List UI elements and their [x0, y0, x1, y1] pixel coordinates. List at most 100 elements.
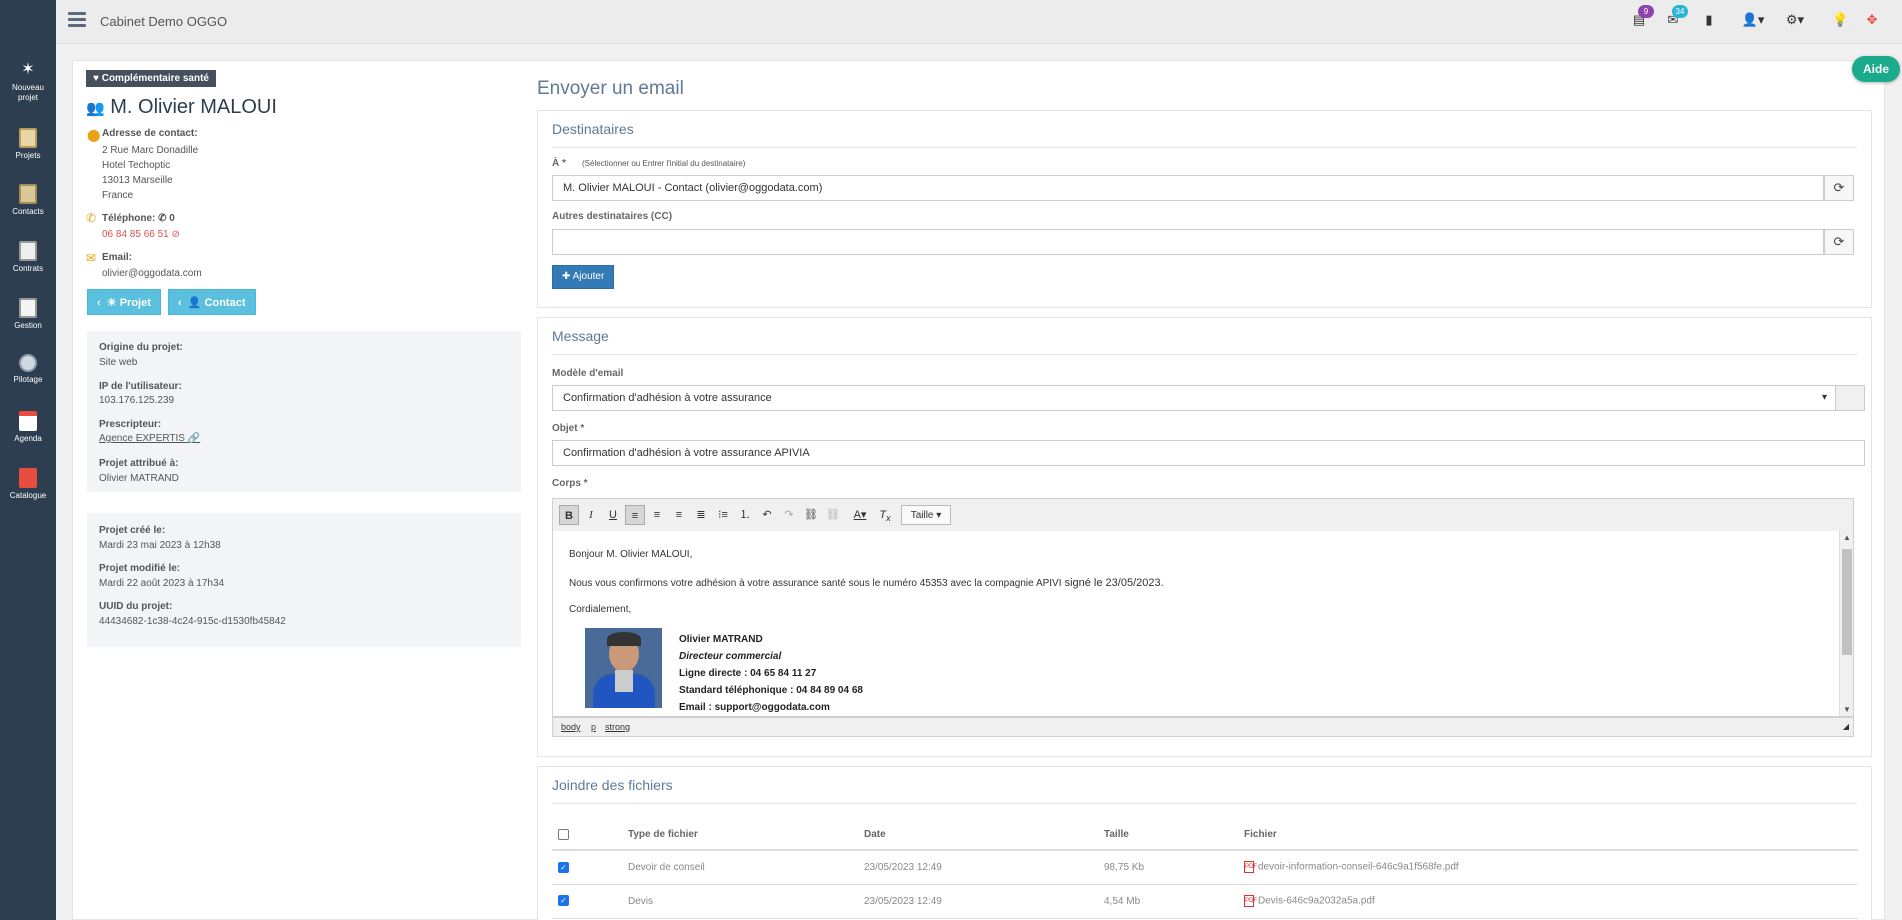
envelope-icon: ✉ [86, 251, 97, 265]
scroll-thumb[interactable] [1842, 549, 1852, 655]
user-menu-icon[interactable]: 👤▾ [1740, 12, 1766, 28]
to-field[interactable]: M. Olivier MALOUI - Contact (olivier@ogg… [552, 175, 1824, 201]
add-recipient-button[interactable]: ✚ Ajouter [552, 265, 615, 289]
link-icon[interactable]: ⛓ [801, 505, 821, 525]
sidebar-item-label: Projets [15, 151, 41, 160]
back-to-contact-button[interactable]: ‹ 👤 Contact [168, 289, 256, 315]
file-cell[interactable]: PDFDevis-646c9a2032a5a.pdf [1238, 884, 1858, 919]
sidebar-item-catalogue[interactable]: Catalogue [0, 468, 56, 501]
path-item[interactable]: body [561, 722, 581, 732]
divider [552, 354, 1857, 355]
scroll-up-icon[interactable]: ▲ [1843, 533, 1851, 542]
page-title: Envoyer un email [537, 78, 684, 99]
message-title: Message [552, 328, 609, 344]
menu-toggle-icon[interactable] [68, 12, 86, 28]
help-button[interactable]: Aide [1852, 56, 1900, 82]
table-row: ✓ Devoir de conseil 23/05/2023 12:49 98,… [552, 850, 1858, 885]
date-cell: 23/05/2023 12:49 [858, 850, 1098, 885]
clear-format-icon[interactable]: Tx [875, 505, 895, 525]
file-type-cell: Devis [622, 884, 858, 919]
scroll-down-icon[interactable]: ▼ [1843, 705, 1851, 714]
modified-value: Mardi 22 août 2023 à 17h34 [99, 578, 225, 589]
file-cell[interactable]: PDFdevoir-information-conseil-646c9a1f56… [1238, 850, 1858, 885]
column-header[interactable]: Taille [1098, 820, 1238, 851]
body-greeting: Bonjour M. Olivier MALOUI, [569, 549, 693, 560]
users-icon: 👥 [86, 100, 105, 117]
select-all-checkbox[interactable] [558, 828, 569, 840]
assigned-label: Projet attribué à: [99, 458, 179, 469]
align-justify-icon[interactable]: ≣ [691, 505, 711, 525]
redo-icon[interactable]: ↷ [779, 505, 799, 525]
email-value[interactable]: olivier@oggodata.com [102, 266, 202, 281]
lightbulb-icon[interactable]: 💡 [1832, 12, 1848, 28]
to-hint: (Sélectionner ou Entrer l'initial du des… [582, 159, 746, 168]
phone-number[interactable]: 06 84 85 66 51 ⊘ [102, 227, 180, 242]
refresh-icon[interactable]: ⟳ [1824, 175, 1854, 201]
column-header[interactable]: Type de fichier [622, 820, 858, 851]
font-size-dropdown[interactable]: Taille ▾ [901, 505, 951, 525]
sidebar-item-contacts[interactable]: Contacts [0, 184, 56, 217]
mail-badge: 34 [1672, 5, 1688, 18]
attachments-card: Joindre des fichiers Type de fichier Dat… [537, 766, 1872, 920]
file-name[interactable]: devoir-information-conseil-646c9a1f568fe… [1258, 862, 1459, 873]
sidebar-item-agenda[interactable]: Agenda [0, 411, 56, 444]
model-select[interactable]: Confirmation d'adhésion à votre assuranc… [552, 385, 1836, 411]
email-body-editor[interactable]: Bonjour M. Olivier MALOUI, Nous vous con… [552, 531, 1854, 717]
sidebar-item-contrats[interactable]: Contrats [0, 241, 56, 274]
signature-photo [585, 628, 662, 708]
column-header[interactable]: Fichier [1238, 820, 1858, 851]
text-color-icon[interactable]: A▾ [847, 505, 873, 525]
cc-label: Autres destinataires (CC) [552, 211, 673, 222]
sidebar-item-projets[interactable]: Projets [0, 128, 56, 161]
editor-status-bar: body p strong ◢ [552, 717, 1854, 737]
italic-button[interactable]: I [581, 505, 601, 525]
back-to-project-button[interactable]: ‹ ☀ Projet [87, 289, 161, 315]
undo-icon[interactable]: ↶ [757, 505, 777, 525]
editor-scrollbar[interactable]: ▲ ▼ [1839, 531, 1853, 716]
assigned-value: Olivier MATRAND [99, 473, 179, 484]
align-right-icon[interactable]: ≡ [669, 505, 689, 525]
magic-wand-icon: ✶ [21, 61, 35, 78]
numbered-list-icon[interactable]: ⒈ [735, 505, 755, 525]
prescriber-link[interactable]: Agence EXPERTIS 🔗 [99, 433, 200, 444]
refresh-icon[interactable]: ⟳ [1824, 229, 1854, 255]
ip-label: IP de l'utilisateur: [99, 381, 182, 392]
row-checkbox[interactable]: ✓ [558, 895, 569, 907]
contracts-icon [19, 241, 37, 261]
book-icon[interactable]: ▮ [1701, 12, 1717, 28]
file-type-cell: Devoir de conseil [622, 850, 858, 885]
gear-icon[interactable]: ⚙▾ [1782, 12, 1808, 28]
bullet-list-icon[interactable]: ⁝≡ [713, 505, 733, 525]
divider [552, 147, 1857, 148]
unlink-icon[interactable]: ⛓ [823, 505, 843, 525]
button-label: Projet [119, 297, 151, 309]
path-item[interactable]: p [591, 722, 596, 732]
top-bar: Cabinet Demo OGGO ▤ 9 ✉ 34 ▮ 👤▾ ⚙▾ 💡 ✥ [56, 0, 1902, 44]
path-item[interactable]: strong [605, 722, 630, 732]
row-checkbox[interactable]: ✓ [558, 861, 569, 873]
map-marker-icon: ⬤ [87, 128, 101, 142]
arrows-icon[interactable]: ✥ [1864, 12, 1880, 28]
column-header[interactable]: Date [858, 820, 1098, 851]
signature-standard-line: Standard téléphonique : 04 84 89 04 68 [679, 685, 863, 696]
sidebar-item-gestion[interactable]: Gestion [0, 298, 56, 331]
prescriber-label: Prescripteur: [99, 419, 162, 430]
editor-toolbar: B I U ≡ ≡ ≡ ≣ ⁝≡ ⒈ ↶ ↷ ⛓ ⛓ A▾ Tx Taille … [552, 498, 1854, 532]
created-value: Mardi 23 mai 2023 à 12h38 [99, 540, 221, 551]
model-label: Modèle d'email [552, 368, 624, 379]
subject-field[interactable]: Confirmation d'adhésion à votre assuranc… [552, 440, 1865, 466]
align-center-icon[interactable]: ≡ [647, 505, 667, 525]
sidebar-item-nouveau-projet[interactable]: ✶ Nouveau projet [0, 60, 56, 103]
signature-name: Olivier MATRAND [679, 634, 763, 645]
email-label: Email: [102, 252, 133, 263]
underline-button[interactable]: U [603, 505, 623, 525]
contact-name: 👥 M. Olivier MALOUI [86, 96, 277, 119]
align-left-icon[interactable]: ≡ [625, 505, 645, 525]
cc-field[interactable] [552, 229, 1824, 255]
resize-handle-icon[interactable]: ◢ [1843, 722, 1849, 731]
bold-button[interactable]: B [559, 505, 579, 525]
sidebar-item-pilotage[interactable]: Pilotage [0, 354, 56, 385]
file-name[interactable]: Devis-646c9a2032a5a.pdf [1258, 896, 1375, 907]
model-select-addon[interactable] [1835, 385, 1865, 411]
size-cell: 4,54 Mb [1098, 884, 1238, 919]
